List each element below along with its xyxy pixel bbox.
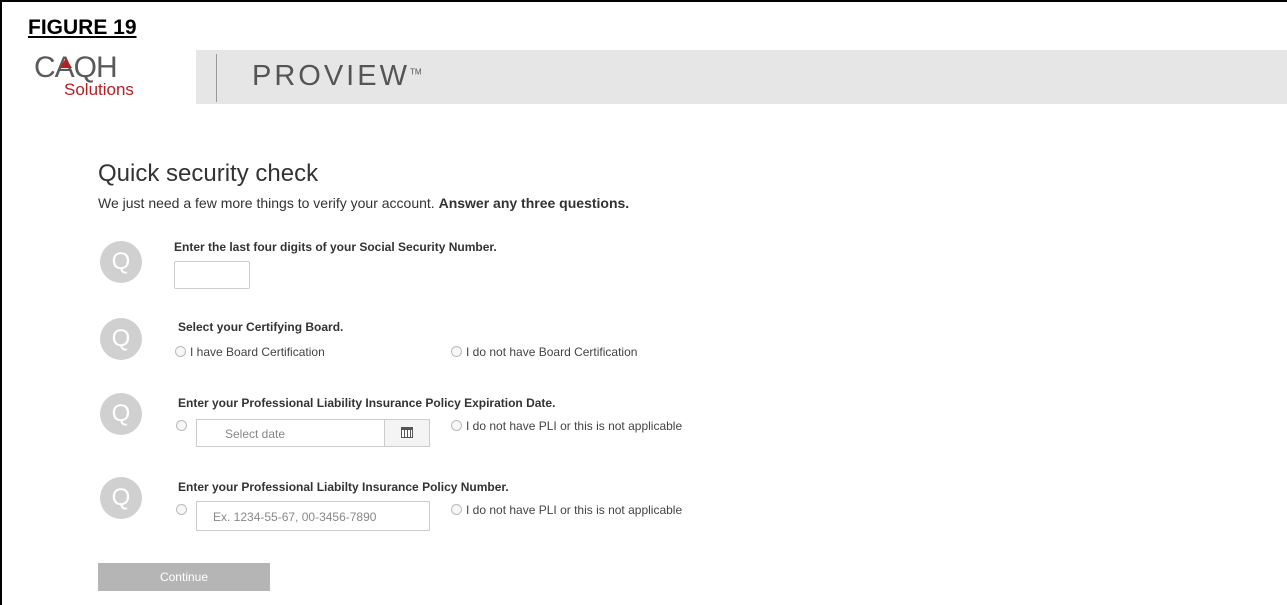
logo-solutions-text: Solutions [64,80,134,99]
question-certifying-board-label: Select your Certifying Board. [178,320,344,334]
page-title: Quick security check [98,160,319,187]
calendar-icon [401,427,413,438]
trademark: TM [409,67,422,77]
date-placeholder: Select date [225,427,286,441]
question-icon: Q [100,241,142,283]
pli-expiration-date-field[interactable]: Select date [196,419,430,447]
pli-policy-number-input[interactable]: Ex. 1234-55-67, 00-3456-7890 [196,501,430,531]
ssn-last-four-input[interactable] [174,261,250,289]
question-icon: Q [100,477,142,519]
board-certified-radio[interactable] [175,346,186,357]
no-pli-number-label: I do not have PLI or this is not applica… [466,503,683,517]
question-icon: Q [100,393,142,435]
product-name-text: PROVIEW [252,60,410,92]
logo-caqh-text: CAQH [34,51,118,84]
page-subtitle: We just need a few more things to verify… [98,195,629,211]
no-board-certification-label: I do not have Board Certification [466,345,638,359]
date-picker-button[interactable] [384,420,429,446]
no-board-certification-radio[interactable] [451,346,462,357]
subtitle-text: We just need a few more things to verify… [98,195,435,211]
policy-number-placeholder: Ex. 1234-55-67, 00-3456-7890 [213,510,377,524]
board-certified-label: I have Board Certification [190,345,325,359]
header-divider [216,54,217,102]
no-pli-date-label: I do not have PLI or this is not applica… [466,419,683,433]
pli-date-radio[interactable] [176,420,187,431]
caqh-logo: CAQH Solutions [26,50,197,104]
question-icon: Q [100,318,142,360]
question-pli-expiration-label: Enter your Professional Liability Insura… [178,396,556,410]
question-ssn-label: Enter the last four digits of your Socia… [174,240,497,254]
subtitle-bold-text: Answer any three questions. [438,195,630,211]
logo-triangle-icon [60,58,72,68]
continue-button[interactable]: Continue [98,563,270,591]
pli-number-radio[interactable] [176,504,187,515]
no-pli-number-radio[interactable] [451,504,462,515]
figure-label: FIGURE 19 [28,16,137,39]
no-pli-date-radio[interactable] [451,420,462,431]
product-name: PROVIEWTM [252,60,422,93]
question-pli-number-label: Enter your Professional Liabilty Insuran… [178,480,509,494]
app-header: CAQH Solutions PROVIEWTM [26,50,1287,104]
